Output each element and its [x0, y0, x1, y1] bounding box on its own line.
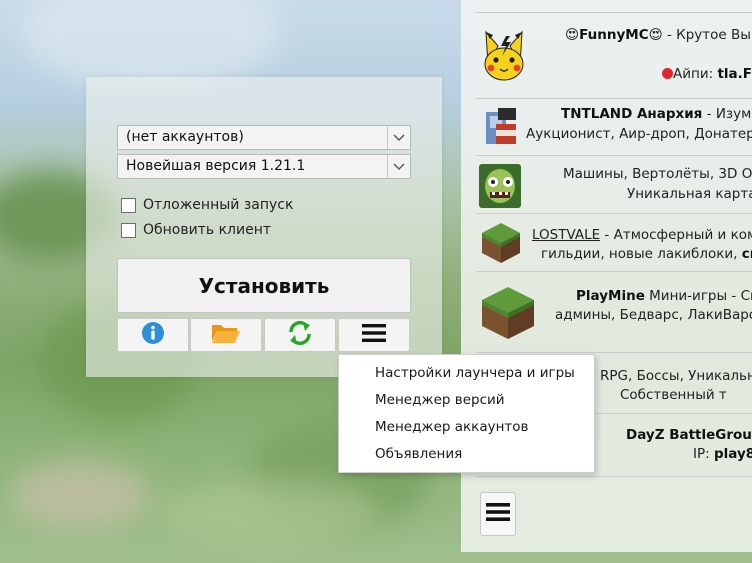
divider: [117, 186, 411, 187]
info-button[interactable]: [117, 318, 189, 352]
account-select[interactable]: (нет аккаунтов): [117, 125, 411, 150]
server-address-label: Айпи:: [673, 66, 718, 82]
grass-block-logo: [480, 221, 522, 265]
server-name: TNTLAND Анархия: [561, 106, 703, 122]
update-client-label: Обновить клиент: [143, 222, 272, 238]
heart-eyes-emoji-icon: 😍: [565, 27, 580, 43]
pikachu-logo: [484, 26, 524, 82]
chevron-down-icon: [387, 155, 410, 178]
server-title: DayZ BattleGround: [626, 427, 752, 443]
server-description: - Изум: [702, 106, 752, 122]
server-description-line: Машины, Вертолёты, 3D Ор: [563, 166, 752, 182]
version-select-value: Новейшая версия 1.21.1: [126, 158, 306, 174]
server-title: LOSTVALE - Атмосферный и ком: [532, 227, 752, 243]
server-address: IP: play8: [693, 446, 752, 462]
background-field: [160, 480, 380, 550]
server-description-line: Аукционист, Аир-дроп, Донатер: [526, 126, 752, 142]
heart-eyes-emoji-icon: 😍: [648, 27, 663, 43]
chevron-down-icon: [387, 126, 410, 149]
server-address-label: IP:: [693, 446, 714, 462]
server-description-line: Собственный т: [620, 387, 727, 403]
server-highlight: сва: [741, 246, 752, 262]
menu-item-version-manager[interactable]: Менеджер версий: [375, 392, 505, 408]
zombie-logo: [479, 164, 521, 208]
server-list-menu-button[interactable]: [480, 492, 516, 536]
server-name: LOSTVALE: [532, 227, 601, 243]
server-description: - Атмосферный и ком: [600, 227, 752, 243]
server-description-line: админы, Бедварс, ЛакиВарс,: [555, 307, 752, 323]
server-title: TNTLAND Анархия - Изум: [561, 106, 751, 122]
refresh-icon: [287, 320, 313, 350]
main-menu-dropdown: Настройки лаунчера и игры Менеджер верси…: [338, 354, 595, 473]
menu-icon: [486, 501, 510, 527]
account-select-value: (нет аккаунтов): [126, 129, 244, 145]
delayed-launch-checkbox[interactable]: [121, 198, 136, 213]
menu-item-launcher-settings[interactable]: Настройки лаунчера и игры: [375, 365, 575, 381]
background-house: [10, 460, 150, 530]
divider: [117, 248, 411, 249]
server-ip: tla.F: [717, 66, 752, 82]
server-name: FunnyMC: [579, 27, 649, 43]
open-folder-button[interactable]: [190, 318, 262, 352]
server-description-line: Уникальная карта: [627, 186, 752, 202]
server-description-line: гильдии, новые лакиблоки, сва: [541, 246, 752, 262]
menu-item-announcements[interactable]: Объявления: [375, 446, 462, 462]
server-description: Мини-игры - Ск: [644, 288, 752, 304]
server-list-item[interactable]: [476, 0, 752, 13]
install-button[interactable]: Установить: [117, 258, 411, 313]
grass-block-logo: [480, 285, 536, 341]
server-description: - Крутое Вы: [662, 27, 751, 43]
folder-icon: [211, 322, 241, 348]
server-ip: play8: [713, 446, 752, 462]
update-client-checkbox[interactable]: [121, 223, 136, 238]
tntland-logo: [482, 106, 520, 148]
server-address: Айпи: tla.F: [662, 66, 752, 82]
info-icon: [141, 321, 165, 349]
red-circle-icon: [662, 68, 673, 79]
server-name: PlayMine: [576, 288, 645, 304]
server-title: 😍FunnyMC😍 - Крутое Вы: [565, 27, 751, 43]
menu-item-account-manager[interactable]: Менеджер аккаунтов: [375, 419, 529, 435]
refresh-button[interactable]: [264, 318, 336, 352]
server-description: гильдии, новые лакиблоки,: [541, 246, 742, 262]
server-name: DayZ BattleGround: [626, 427, 752, 443]
delayed-launch-label: Отложенный запуск: [143, 197, 294, 213]
server-title: PlayMine Мини-игры - Ск: [576, 288, 752, 304]
server-description-line: RPG, Боссы, Уникальн: [600, 368, 752, 384]
version-select[interactable]: Новейшая версия 1.21.1: [117, 154, 411, 179]
menu-button[interactable]: [338, 318, 410, 352]
menu-icon: [362, 323, 386, 347]
